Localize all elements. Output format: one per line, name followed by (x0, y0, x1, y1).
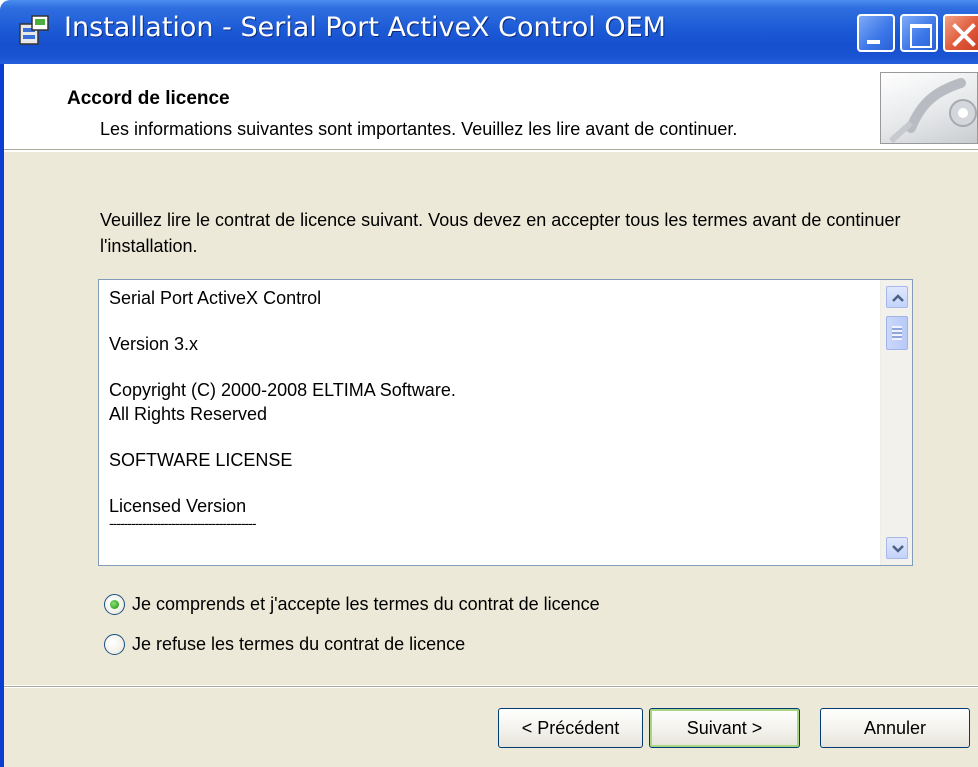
decline-label[interactable]: Je refuse les termes du contrat de licen… (132, 634, 465, 655)
license-text: Serial Port ActiveX Control Version 3.x … (109, 286, 869, 531)
page-title: Accord de licence (67, 88, 230, 109)
decline-option[interactable]: Je refuse les termes du contrat de licen… (104, 634, 465, 655)
wizard-logo-icon (880, 72, 978, 144)
window-title: Installation - Serial Port ActiveX Contr… (64, 12, 666, 43)
accept-label[interactable]: Je comprends et j'accepte les termes du … (132, 594, 600, 615)
scroll-thumb[interactable] (886, 316, 908, 350)
license-line: ---------------------------------------- (109, 515, 256, 531)
wizard-footer: < Précédent Suivant > Annuler (4, 686, 978, 767)
wizard-header: Accord de licence Les informations suiva… (4, 64, 978, 150)
title-bar[interactable]: Installation - Serial Port ActiveX Contr… (0, 0, 978, 64)
chevron-down-icon (892, 545, 904, 553)
setup-icon (19, 15, 49, 45)
license-line: Version 3.x (109, 334, 199, 354)
decline-radio[interactable] (104, 634, 125, 655)
license-line: All Rights Reserved (109, 404, 268, 424)
accept-radio[interactable] (104, 594, 125, 615)
back-button[interactable]: < Précédent (498, 708, 643, 748)
scroll-up-button[interactable] (886, 286, 908, 308)
page-subtitle: Les informations suivantes sont importan… (100, 119, 738, 139)
next-button[interactable]: Suivant > (649, 708, 800, 748)
license-line: SOFTWARE LICENSE (109, 450, 293, 470)
minimize-icon[interactable] (857, 14, 895, 52)
cancel-button[interactable]: Annuler (820, 708, 970, 748)
license-textbox[interactable]: Serial Port ActiveX Control Version 3.x … (98, 279, 913, 566)
close-icon[interactable] (943, 14, 978, 52)
license-line: Copyright (C) 2000-2008 ELTIMA Software. (109, 380, 456, 400)
maximize-icon[interactable] (900, 14, 938, 52)
accept-option[interactable]: Je comprends et j'accepte les termes du … (104, 594, 600, 615)
wizard-content: Veuillez lire le contrat de licence suiv… (4, 151, 978, 685)
chevron-up-icon (892, 294, 904, 302)
instructions-text: Veuillez lire le contrat de licence suiv… (100, 210, 901, 256)
scroll-down-button[interactable] (886, 537, 908, 559)
vertical-scrollbar[interactable] (880, 280, 912, 565)
installer-window: Installation - Serial Port ActiveX Contr… (0, 0, 978, 767)
license-line: Serial Port ActiveX Control (109, 288, 322, 308)
